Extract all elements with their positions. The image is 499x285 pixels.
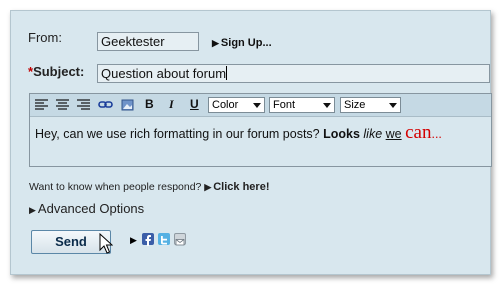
color-select[interactable]: Color xyxy=(208,97,265,113)
advanced-options-toggle[interactable]: ▶ Advanced Options xyxy=(29,201,144,216)
align-left-icon[interactable] xyxy=(34,98,49,111)
arrow-right-icon: ▶ xyxy=(212,38,219,48)
arrow-right-icon: ▶ xyxy=(204,182,212,192)
chevron-down-icon xyxy=(389,103,397,108)
facebook-icon[interactable] xyxy=(142,233,154,246)
arrow-right-icon: ▶ xyxy=(130,235,137,245)
from-field[interactable]: Geektester xyxy=(97,32,199,51)
arrow-right-icon: ▶ xyxy=(29,205,36,215)
compose-panel: From: Geektester ▶ Sign Up... *Subject: Q… xyxy=(10,10,492,275)
notify-text: Want to know when people respond? ▶ Click… xyxy=(29,181,270,193)
rich-text-editor[interactable]: B I U Color Font Size Hey, can we use ri… xyxy=(29,93,492,167)
click-here-link[interactable]: ▶ Click here! xyxy=(204,181,269,193)
text-caret xyxy=(226,66,228,80)
image-icon[interactable] xyxy=(120,98,135,111)
underline-button[interactable]: U xyxy=(190,97,199,111)
chevron-down-icon xyxy=(323,103,331,108)
subject-label: *Subject: xyxy=(28,64,85,79)
from-label: From: xyxy=(28,30,62,45)
editor-toolbar: B I U Color Font Size xyxy=(30,94,491,117)
link-icon[interactable] xyxy=(98,98,113,111)
twitter-icon[interactable] xyxy=(158,233,170,245)
chevron-down-icon xyxy=(253,103,261,108)
size-select[interactable]: Size xyxy=(340,97,401,113)
font-select[interactable]: Font xyxy=(269,97,335,113)
subject-field[interactable]: Question about forum xyxy=(97,64,490,83)
bold-button[interactable]: B xyxy=(145,97,154,111)
align-right-icon[interactable] xyxy=(76,98,91,111)
editor-content[interactable]: Hey, can we use rich formatting in our f… xyxy=(35,122,442,144)
italic-button[interactable]: I xyxy=(169,97,174,112)
align-center-icon[interactable] xyxy=(55,98,70,111)
sign-up-link[interactable]: ▶ Sign Up... xyxy=(212,37,272,49)
mouse-cursor-icon xyxy=(99,233,113,254)
email-icon[interactable] xyxy=(174,233,186,246)
